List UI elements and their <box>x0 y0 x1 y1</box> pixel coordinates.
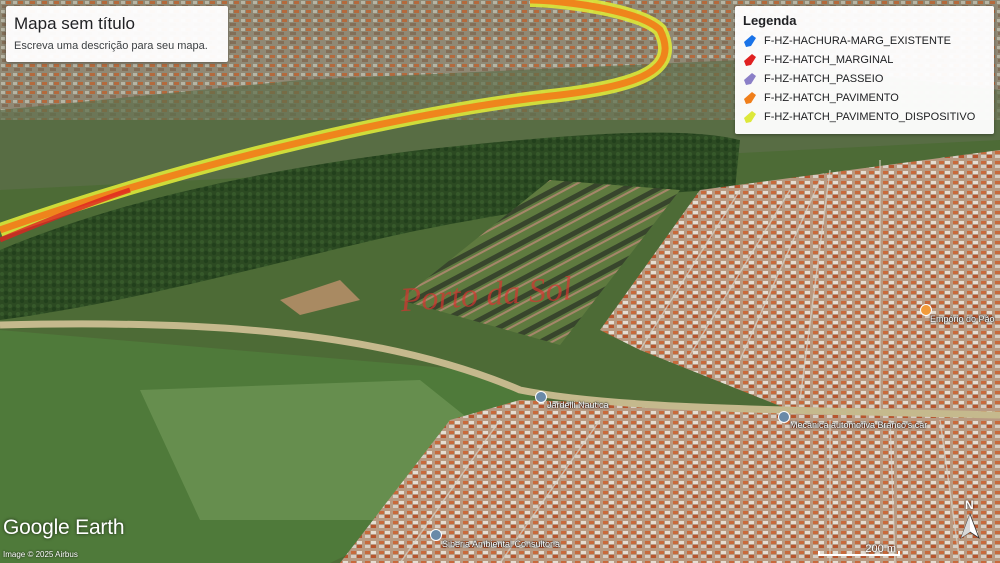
map-description[interactable]: Escreva uma descrição para seu mapa. <box>14 40 208 52</box>
compass-north-label: N <box>965 498 974 512</box>
map-title-panel[interactable]: Mapa sem título Escreva uma descrição pa… <box>6 6 228 62</box>
place-label-emporio[interactable]: Empório do Pão <box>930 314 995 324</box>
legend-item[interactable]: F-HZ-HATCH_MARGINAL <box>743 51 893 69</box>
map-title[interactable]: Mapa sem título <box>14 14 135 34</box>
legend-item[interactable]: F-HZ-HATCH_PAVIMENTO_DISPOSITIVO <box>743 108 975 126</box>
legend-label: F-HZ-HATCH_MARGINAL <box>764 54 894 66</box>
image-attribution: Image © 2025 Airbus <box>3 550 78 559</box>
legend-label: F-HZ-HATCH_PAVIMENTO_DISPOSITIVO <box>764 111 976 123</box>
location-pin-icon[interactable] <box>430 529 442 541</box>
google-earth-logo: Google Earth <box>3 516 125 539</box>
scale-bar: 200 m <box>818 542 900 558</box>
legend-item[interactable]: F-HZ-HATCH_PASSEIO <box>743 70 883 88</box>
compass-arrow-icon <box>960 512 980 540</box>
place-label-siberia[interactable]: Siberia Ambiental Consultoria <box>442 539 560 549</box>
polygon-swatch-icon <box>744 92 756 104</box>
location-pin-icon[interactable] <box>778 411 790 423</box>
legend-label: F-HZ-HATCH_PASSEIO <box>764 73 884 85</box>
legend-label: F-HZ-HACHURA-MARG_EXISTENTE <box>764 35 952 47</box>
legend-title: Legenda <box>743 13 797 28</box>
legend-item[interactable]: F-HZ-HACHURA-MARG_EXISTENTE <box>743 32 951 50</box>
polygon-swatch-icon <box>744 73 756 85</box>
place-label-mecanica[interactable]: Mecanica automotiva Branco's car <box>790 420 927 430</box>
scale-label: 200 m <box>865 543 896 555</box>
legend-item[interactable]: F-HZ-HATCH_PAVIMENTO <box>743 89 899 107</box>
polygon-swatch-icon <box>744 35 756 47</box>
compass-north-arrow-icon[interactable]: N <box>957 498 983 542</box>
polygon-swatch-icon <box>744 54 756 66</box>
place-label-jardelli[interactable]: Jardelli Nautica <box>547 400 609 410</box>
polygon-swatch-icon <box>744 111 756 123</box>
legend-panel: Legenda F-HZ-HACHURA-MARG_EXISTENTE F-HZ… <box>735 6 994 134</box>
legend-label: F-HZ-HATCH_PAVIMENTO <box>764 92 899 104</box>
location-pin-icon[interactable] <box>535 391 547 403</box>
